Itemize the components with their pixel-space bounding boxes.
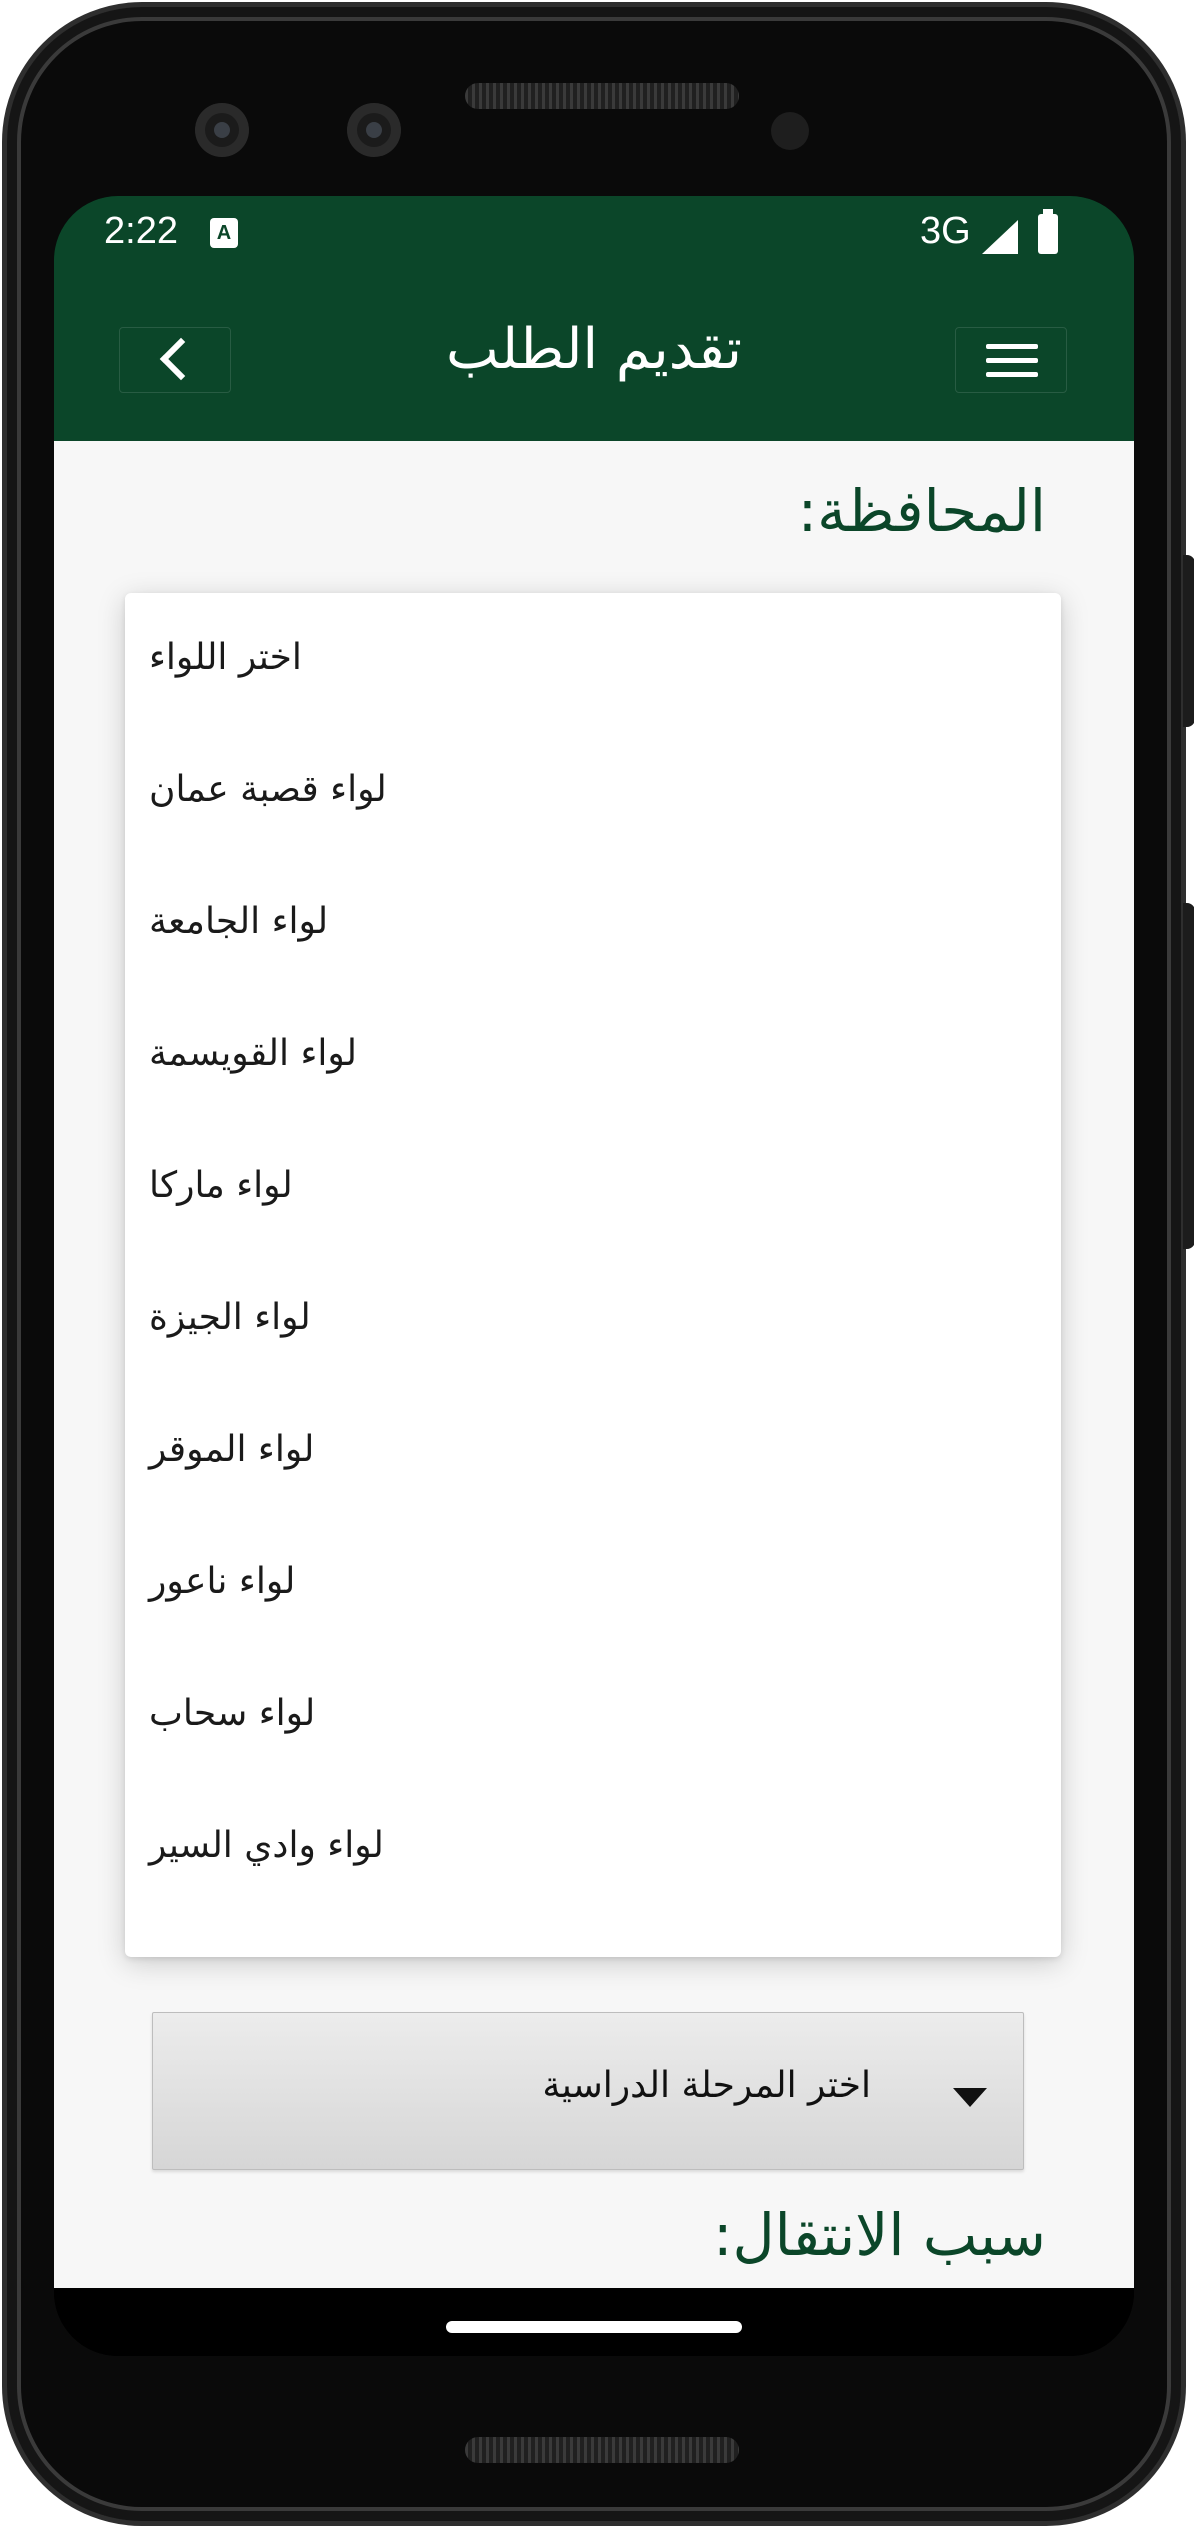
front-camera-right — [347, 103, 401, 157]
dropdown-option[interactable]: لواء الجامعة — [125, 857, 1061, 989]
dropdown-option[interactable]: لواء وادي السير — [125, 1781, 1061, 1913]
option-label: لواء ماركا — [149, 1165, 293, 1206]
dropdown-option[interactable]: لواء ماركا — [125, 1121, 1061, 1253]
phone-screen: 2:22 A 3G تقديم الطلب المحافظة: اختر الل… — [54, 196, 1134, 2356]
power-button — [1183, 555, 1194, 727]
option-label: لواء الجامعة — [149, 901, 329, 942]
hamburger-menu-icon — [986, 344, 1038, 349]
navigation-bar — [54, 2288, 1134, 2356]
option-label: لواء الجيزة — [149, 1297, 311, 1338]
status-bar: 2:22 A 3G — [54, 196, 1134, 291]
dropdown-option[interactable]: لواء الموقر — [125, 1385, 1061, 1517]
front-camera-left — [195, 103, 249, 157]
volume-button — [1183, 903, 1194, 1249]
back-button[interactable] — [119, 327, 231, 393]
dropdown-arrow-icon — [953, 2088, 987, 2107]
dropdown-option[interactable]: اختر اللواء — [125, 593, 1061, 725]
dropdown-option[interactable]: لواء ناعور — [125, 1517, 1061, 1649]
option-label: لواء ناعور — [149, 1561, 296, 1602]
option-label: لواء سحاب — [149, 1693, 316, 1734]
form-content: المحافظة: اختر اللواء لواء قصبة عمان لوا… — [54, 441, 1134, 2288]
bottom-speaker-grille — [465, 2437, 739, 2463]
option-label: اختر اللواء — [149, 637, 302, 678]
option-label: لواء وادي السير — [149, 1825, 384, 1866]
app-bar: تقديم الطلب — [54, 291, 1134, 441]
dropdown-option[interactable]: لواء سحاب — [125, 1649, 1061, 1781]
home-indicator[interactable] — [446, 2321, 742, 2333]
dropdown-option[interactable]: لواء الجيزة — [125, 1253, 1061, 1385]
hamburger-menu-icon — [986, 358, 1038, 363]
a-icon: A — [210, 218, 238, 248]
option-label: لواء الموقر — [149, 1429, 315, 1470]
page-title: تقديم الطلب — [445, 317, 743, 382]
network-type: 3G — [920, 210, 971, 252]
status-time: 2:22 — [104, 210, 178, 252]
stage-select[interactable]: اختر المرحلة الدراسية — [152, 2012, 1024, 2170]
option-label: لواء القويسمة — [149, 1033, 357, 1074]
stage-select-value: اختر المرحلة الدراسية — [542, 2065, 871, 2106]
battery-icon — [1038, 209, 1058, 254]
governorate-label: المحافظة: — [797, 477, 1046, 545]
option-label: لواء قصبة عمان — [149, 769, 387, 810]
district-dropdown-list: اختر اللواء لواء قصبة عمان لواء الجامعة … — [125, 593, 1061, 1957]
hamburger-menu-icon — [986, 372, 1038, 377]
top-speaker-grille — [465, 83, 739, 109]
chevron-left-icon — [159, 337, 203, 381]
transfer-reason-label: سبب الانتقال: — [712, 2201, 1046, 2269]
menu-button[interactable] — [955, 327, 1067, 393]
dropdown-option[interactable]: لواء قصبة عمان — [125, 725, 1061, 857]
signal-icon — [982, 220, 1018, 254]
dropdown-option[interactable]: لواء القويسمة — [125, 989, 1061, 1121]
proximity-sensor — [771, 112, 809, 150]
